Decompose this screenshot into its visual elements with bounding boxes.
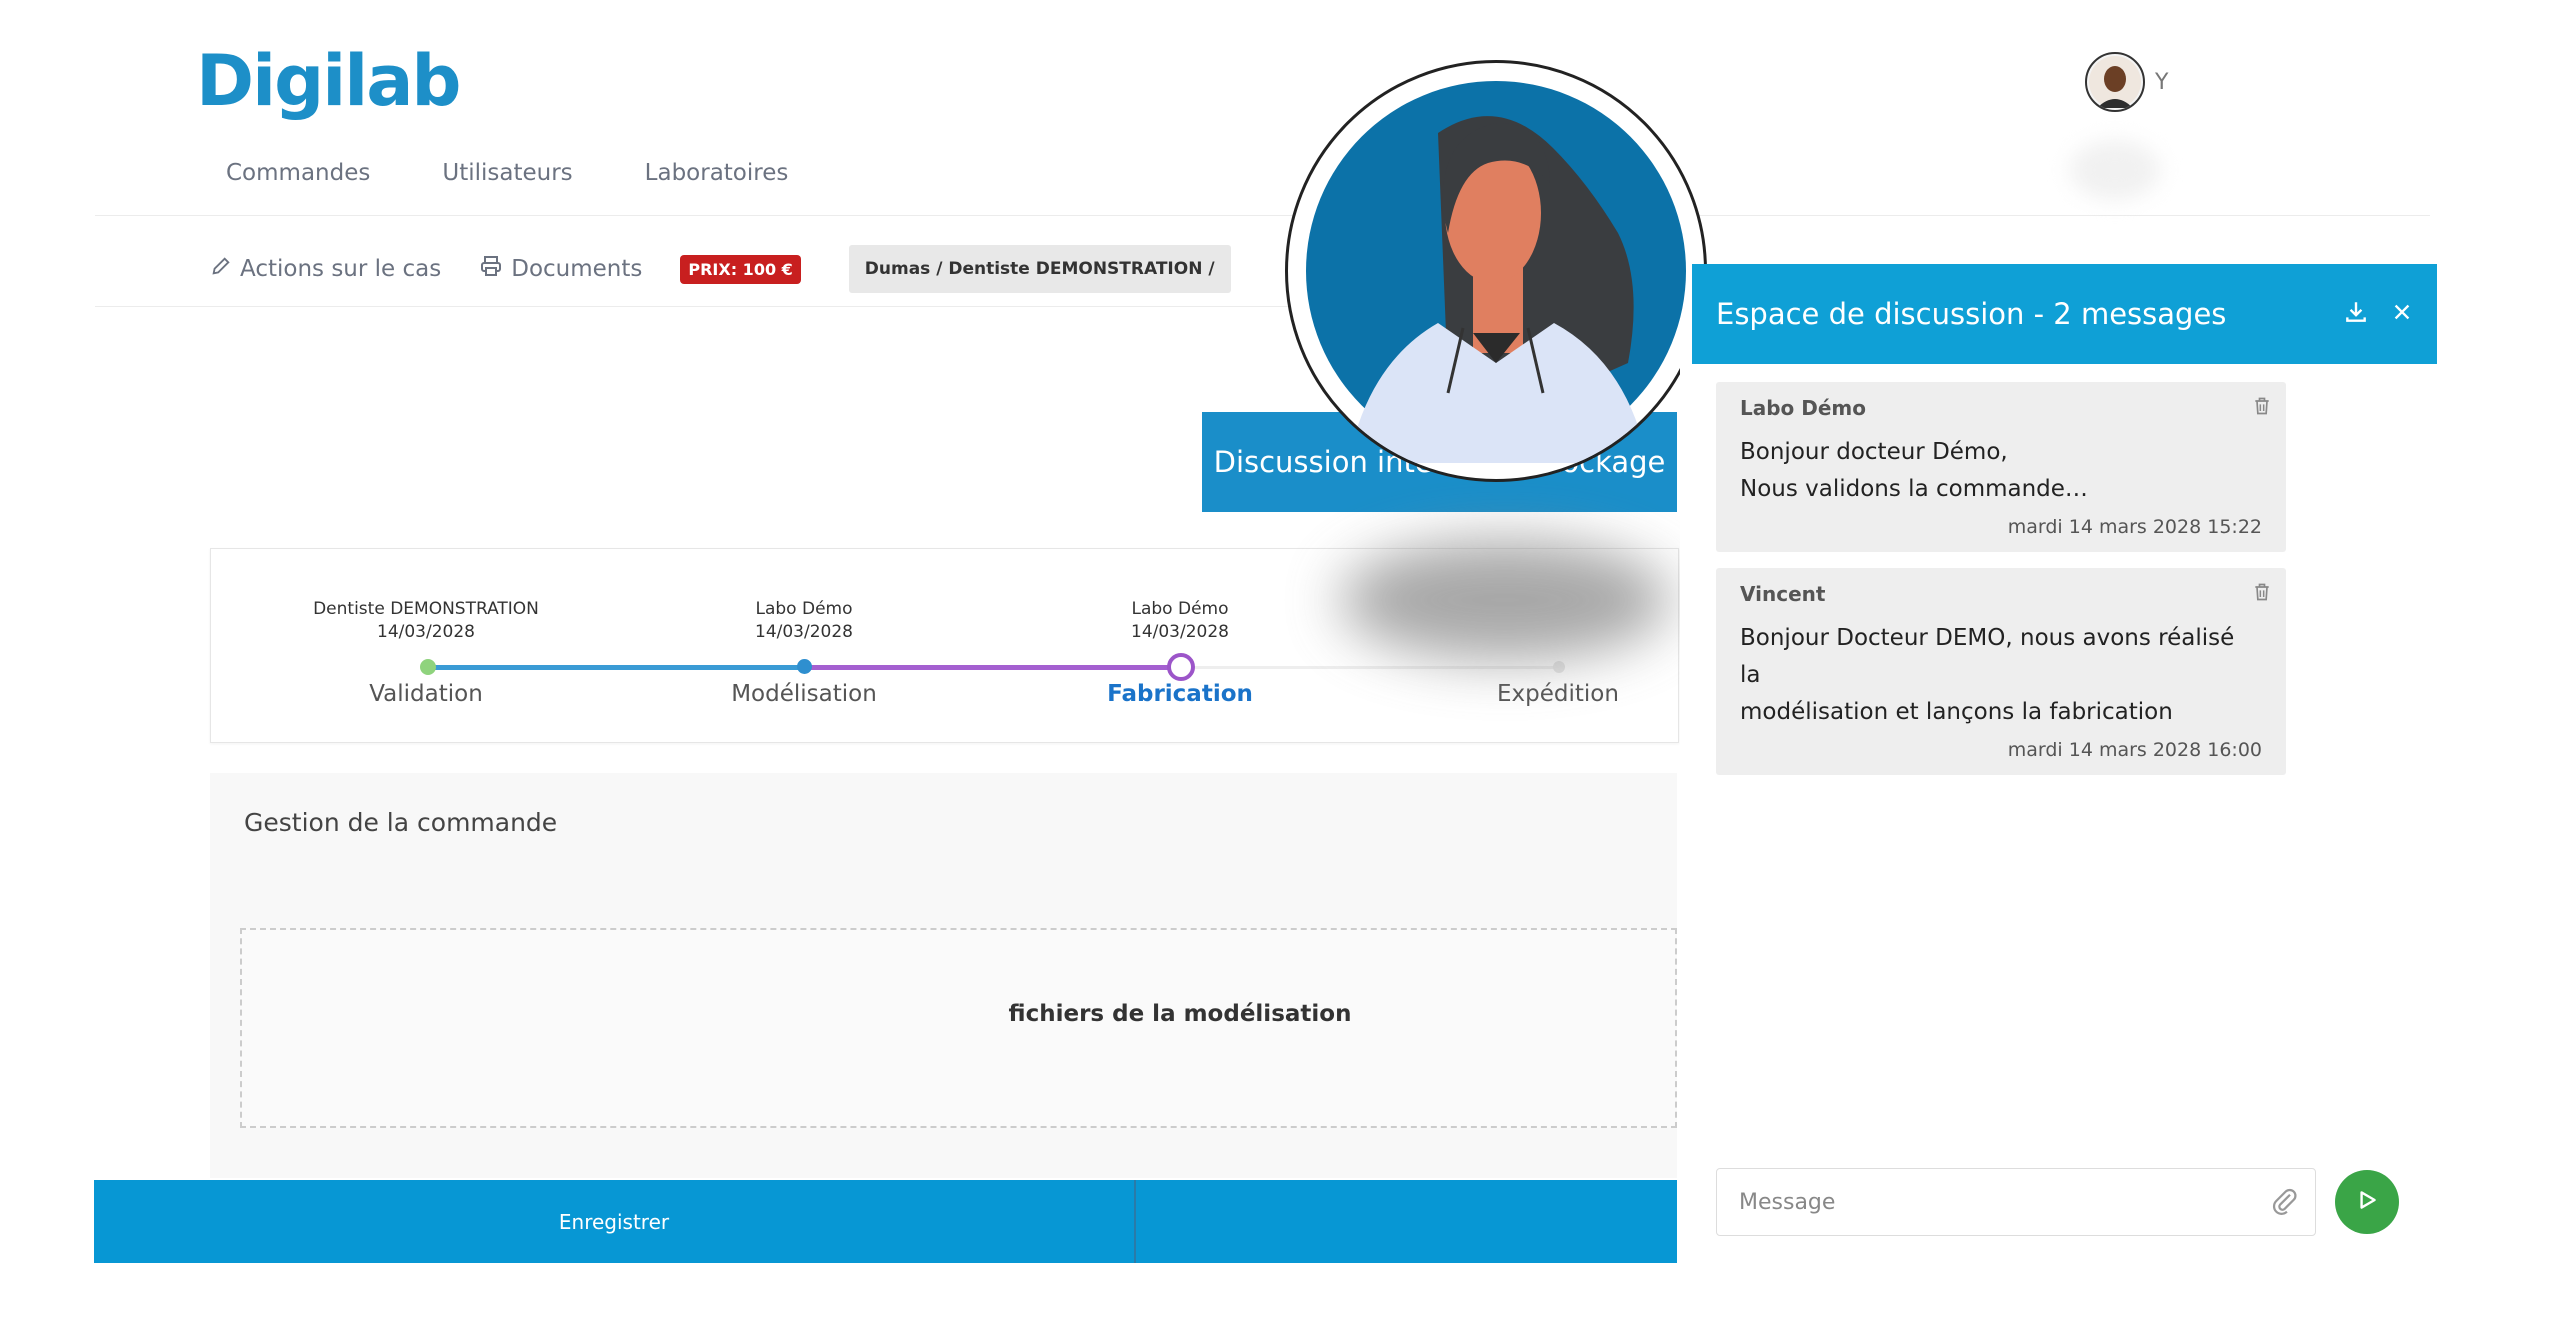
step-label-fabrication[interactable]: Fabrication [1020, 681, 1340, 707]
message-line: Bonjour docteur Démo, [1740, 439, 2008, 465]
user-initial: Y [2155, 69, 2169, 95]
breadcrumb[interactable]: Dumas / Dentiste DEMONSTRATION / [848, 245, 1231, 293]
message-text: Bonjour docteur Démo, Nous validons la c… [1740, 434, 2262, 508]
actions-button[interactable]: Actions sur le cas [210, 255, 441, 283]
message-line: modélisation et lançons la fabrication [1740, 699, 2173, 725]
chat-message: Labo Démo Bonjour docteur Démo, Nous val… [1716, 382, 2286, 552]
timeline-segment [804, 665, 1180, 670]
step-meta: Labo Démo 14/03/2028 [1020, 598, 1340, 644]
case-toolbar: Actions sur le cas Documents PRIX: 100 €… [210, 245, 1231, 293]
nav-item-laboratoires[interactable]: Laboratoires [645, 160, 789, 186]
message-input[interactable]: Message [1716, 1168, 2316, 1236]
price-badge: PRIX: 100 € [680, 254, 801, 284]
blurred-area [1340, 540, 1670, 660]
brand-logo[interactable]: Digilab [196, 40, 462, 122]
step-date: 14/03/2028 [1131, 622, 1229, 642]
message-date: mardi 14 mars 2028 15:22 [2007, 516, 2262, 538]
files-dropzone[interactable] [240, 928, 1677, 1128]
printer-icon [479, 254, 503, 284]
documents-label: Documents [511, 256, 643, 282]
paperclip-icon[interactable] [2270, 1186, 2300, 1220]
step-dot-validation [420, 659, 436, 675]
step-actor: Dentiste DEMONSTRATION [313, 599, 539, 619]
step-date: 14/03/2028 [377, 622, 475, 642]
doctor-illustration [1285, 60, 1707, 482]
message-line: Nous validons la commande… [1740, 476, 2088, 502]
timeline-segment [1180, 666, 1560, 669]
trash-icon[interactable] [2252, 396, 2272, 420]
user-menu[interactable]: Y [2085, 52, 2168, 112]
message-text: Bonjour Docteur DEMO, nous avons réalisé… [1740, 620, 2262, 731]
nav-item-utilisateurs[interactable]: Utilisateurs [442, 160, 572, 186]
save-button[interactable]: Enregistrer [94, 1180, 1134, 1263]
step-dot-modelisation [797, 659, 812, 674]
step-dot-expedition [1553, 661, 1565, 673]
download-icon[interactable] [2343, 299, 2369, 329]
divider [95, 215, 2430, 216]
gestion-title: Gestion de la commande [244, 808, 558, 837]
step-label-expedition[interactable]: Expédition [1398, 681, 1718, 707]
timeline-segment [428, 665, 804, 670]
trash-icon[interactable] [2252, 582, 2272, 606]
blurred-area [2070, 140, 2160, 200]
step-meta: Dentiste DEMONSTRATION 14/03/2028 [266, 598, 586, 644]
nav-item-commandes[interactable]: Commandes [226, 160, 370, 186]
message-author: Labo Démo [1740, 396, 1867, 420]
send-icon [2354, 1187, 2380, 1217]
step-dot-fabrication [1167, 653, 1195, 681]
send-button[interactable] [2335, 1170, 2399, 1234]
step-label-modelisation[interactable]: Modélisation [644, 681, 964, 707]
message-author: Vincent [1740, 582, 1826, 606]
chat-title: Espace de discussion - 2 messages [1716, 297, 2227, 331]
pencil-icon [210, 255, 232, 283]
actions-label: Actions sur le cas [240, 256, 442, 282]
step-meta: Labo Démo 14/03/2028 [644, 598, 964, 644]
chat-message: Vincent Bonjour Docteur DEMO, nous avons… [1716, 568, 2286, 775]
step-date: 14/03/2028 [755, 622, 853, 642]
step-actor: Labo Démo [1131, 599, 1229, 619]
step-label-validation[interactable]: Validation [266, 681, 586, 707]
documents-button[interactable]: Documents [479, 254, 642, 284]
step-actor: Labo Démo [755, 599, 853, 619]
main-nav: Commandes Utilisateurs Laboratoires [226, 160, 860, 186]
chat-header: Espace de discussion - 2 messages [1692, 264, 2437, 364]
message-date: mardi 14 mars 2028 16:00 [2007, 739, 2262, 761]
avatar[interactable] [2085, 52, 2145, 112]
close-icon[interactable] [2391, 301, 2413, 327]
message-line: Bonjour Docteur DEMO, nous avons réalisé… [1740, 625, 2235, 688]
divider [1134, 1180, 1136, 1263]
